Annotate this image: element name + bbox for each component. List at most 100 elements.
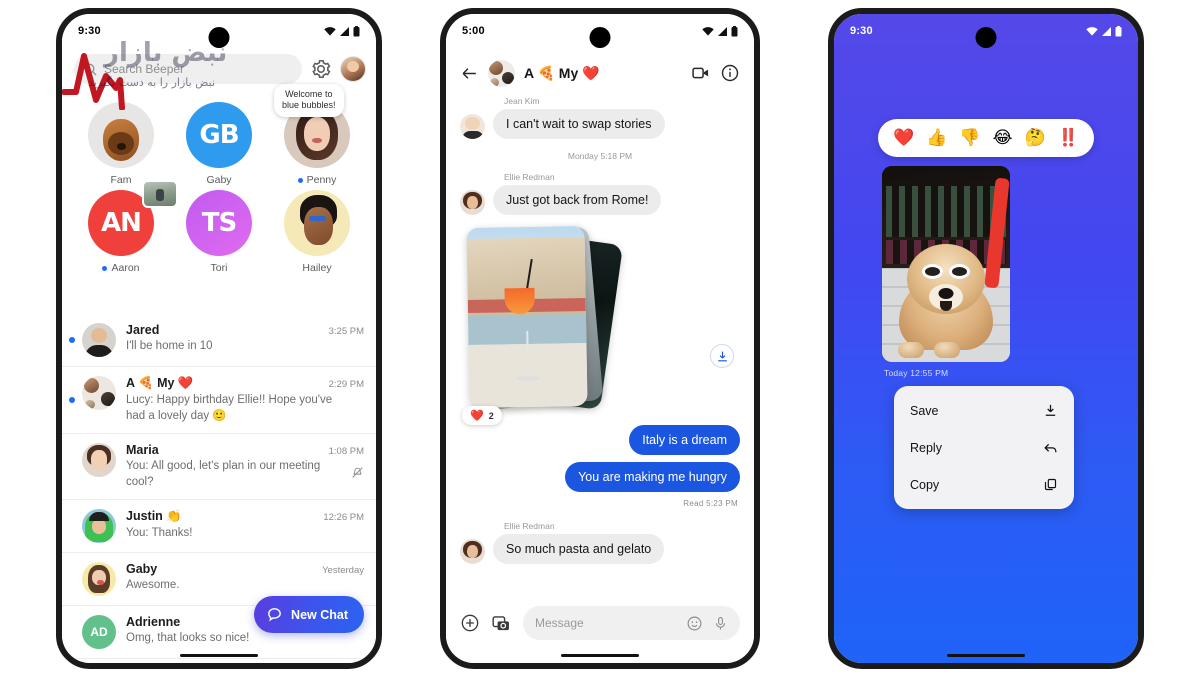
battery-icon (731, 25, 738, 36)
microphone-icon[interactable] (713, 615, 728, 632)
message-sender: Ellie Redman (504, 521, 555, 531)
info-icon[interactable] (720, 63, 740, 83)
download-button[interactable] (710, 344, 734, 368)
welcome-tooltip: Welcome to blue bubbles! (274, 84, 344, 117)
chat-time: 3:25 PM (328, 326, 364, 337)
story-avatar[interactable] (88, 102, 154, 168)
reaction-laugh-icon[interactable]: 😂 (993, 128, 1013, 148)
message-text: Just got back from Rome! (493, 185, 662, 215)
status-icons (702, 25, 738, 37)
read-receipt: Read 5:23 PM (683, 499, 738, 508)
media-photo[interactable] (882, 166, 1010, 362)
camera-notch (975, 27, 997, 48)
reaction-emoji: ❤️ (470, 410, 484, 422)
story-item[interactable]: TS Tori (170, 190, 268, 274)
chat-name: Gaby (126, 562, 158, 577)
menu-item-copy[interactable]: Copy (894, 466, 1074, 503)
chat-row[interactable]: Justin 👏 12:26 PM You: Thanks! (62, 500, 376, 554)
message-sender: Ellie Redman (504, 172, 555, 182)
message-thread: Jean Kim I can't wait to swap stories Mo… (446, 96, 754, 601)
download-icon (717, 351, 727, 361)
story-item[interactable]: AN Aaron (72, 180, 178, 274)
reaction-thinking-icon[interactable]: 🤔 (1025, 128, 1046, 148)
screenshot-canvas: 9:30 Search Beeper Fam GB Gaby Welcome t… (0, 0, 1200, 677)
status-icons (324, 25, 360, 37)
emoji-icon[interactable] (686, 615, 703, 632)
phone-conversation: 5:00 A 🍕 My ❤️ Jean Kim I can't wait to … (440, 8, 760, 669)
conversation-title: A 🍕 My ❤️ (524, 64, 600, 81)
message-outgoing[interactable]: Italy is a dream (629, 425, 740, 455)
chat-name: Adrienne (126, 615, 181, 630)
photo-attachment-stack[interactable]: ❤️ 2 (462, 225, 740, 425)
video-camera-icon[interactable] (691, 63, 711, 83)
message-composer: Message (446, 603, 754, 643)
menu-item-label: Reply (910, 440, 942, 455)
story-avatar[interactable] (284, 190, 350, 256)
new-chat-button[interactable]: New Chat (254, 596, 364, 633)
message-incoming[interactable]: So much pasta and gelato (460, 534, 740, 564)
context-menu: Save Reply Copy (894, 386, 1074, 509)
story-monogram: GB (199, 120, 239, 150)
story-avatar[interactable]: TS (186, 190, 252, 256)
avatar (82, 323, 116, 357)
reaction-picker[interactable]: ❤️ 👍 👎 😂 🤔 ‼️ (878, 119, 1094, 157)
menu-item-label: Save (910, 403, 939, 418)
message-outgoing[interactable]: You are making me hungry (565, 462, 740, 492)
stories-grid: Fam GB Gaby Welcome to blue bubbles! Pen… (72, 84, 366, 274)
download-icon (1045, 404, 1056, 416)
chat-preview: I'll be home in 10 (126, 340, 213, 352)
story-avatar[interactable]: GB (186, 102, 252, 168)
reaction-thumbs-down-icon[interactable]: 👎 (959, 128, 980, 148)
story-monogram: AN (101, 208, 142, 238)
profile-avatar[interactable] (340, 56, 366, 82)
reaction-exclamation-icon[interactable]: ‼️ (1058, 128, 1079, 148)
story-item[interactable]: Hailey (268, 190, 366, 274)
chat-name: A 🍕 My ❤️ (126, 376, 194, 390)
menu-item-save[interactable]: Save (894, 392, 1074, 429)
signal-icon (718, 26, 727, 36)
reaction-heart-icon[interactable]: ❤️ (893, 128, 914, 148)
avatar (460, 190, 485, 215)
search-row: Search Beeper (74, 54, 366, 84)
gallery-camera-icon[interactable] (491, 613, 512, 634)
new-chat-label: New Chat (291, 607, 348, 622)
chat-row[interactable]: Maria 1:08 PM You: All good, let's plan … (62, 434, 376, 501)
search-input[interactable]: Search Beeper (74, 54, 302, 84)
message-sender: Jean Kim (504, 96, 540, 106)
message-incoming[interactable]: I can't wait to swap stories (460, 109, 740, 139)
group-avatar[interactable] (488, 59, 515, 87)
reaction-chip[interactable]: ❤️ 2 (462, 406, 502, 425)
avatar (82, 443, 116, 478)
story-item[interactable]: Welcome to blue bubbles! Penny (268, 84, 366, 186)
back-arrow-icon[interactable] (460, 64, 479, 83)
day-timestamp: Monday 5:18 PM (567, 151, 633, 161)
chat-preview: Omg, that looks so nice! (126, 632, 250, 645)
chat-preview: You: Thanks! (126, 527, 193, 540)
dog-sunglasses (922, 264, 970, 279)
message-incoming[interactable]: Just got back from Rome! (460, 185, 740, 215)
story-thumbnail-badge (142, 180, 178, 208)
gear-icon[interactable] (310, 58, 332, 80)
story-item[interactable]: GB Gaby (170, 102, 268, 186)
chat-name: Justin 👏 (126, 509, 182, 524)
chat-name: Maria (126, 443, 159, 458)
plus-circle-icon[interactable] (460, 613, 480, 633)
home-indicator (947, 654, 1025, 657)
chat-preview: Lucy: Happy birthday Ellie!! Hope you've… (126, 394, 333, 422)
unread-dot (297, 177, 303, 183)
story-item[interactable]: Fam (72, 102, 170, 186)
unread-dot (69, 397, 75, 404)
reaction-thumbs-up-icon[interactable]: 👍 (926, 128, 947, 148)
status-time: 9:30 (78, 25, 101, 37)
message-input[interactable]: Message (523, 606, 740, 640)
avatar (82, 509, 116, 544)
chat-row[interactable]: Jared 3:25 PM I'll be home in 10 (62, 314, 376, 367)
chat-bubble-icon (268, 608, 281, 622)
photo-card-front[interactable] (466, 225, 588, 409)
reply-arrow-icon (1044, 443, 1057, 453)
menu-item-reply[interactable]: Reply (894, 429, 1074, 466)
chat-row[interactable]: A 🍕 My ❤️ 2:29 PM Lucy: Happy birthday E… (62, 367, 376, 435)
story-label: Aaron (102, 262, 140, 274)
chat-name: Jared (126, 323, 160, 337)
search-placeholder: Search Beeper (104, 62, 185, 76)
